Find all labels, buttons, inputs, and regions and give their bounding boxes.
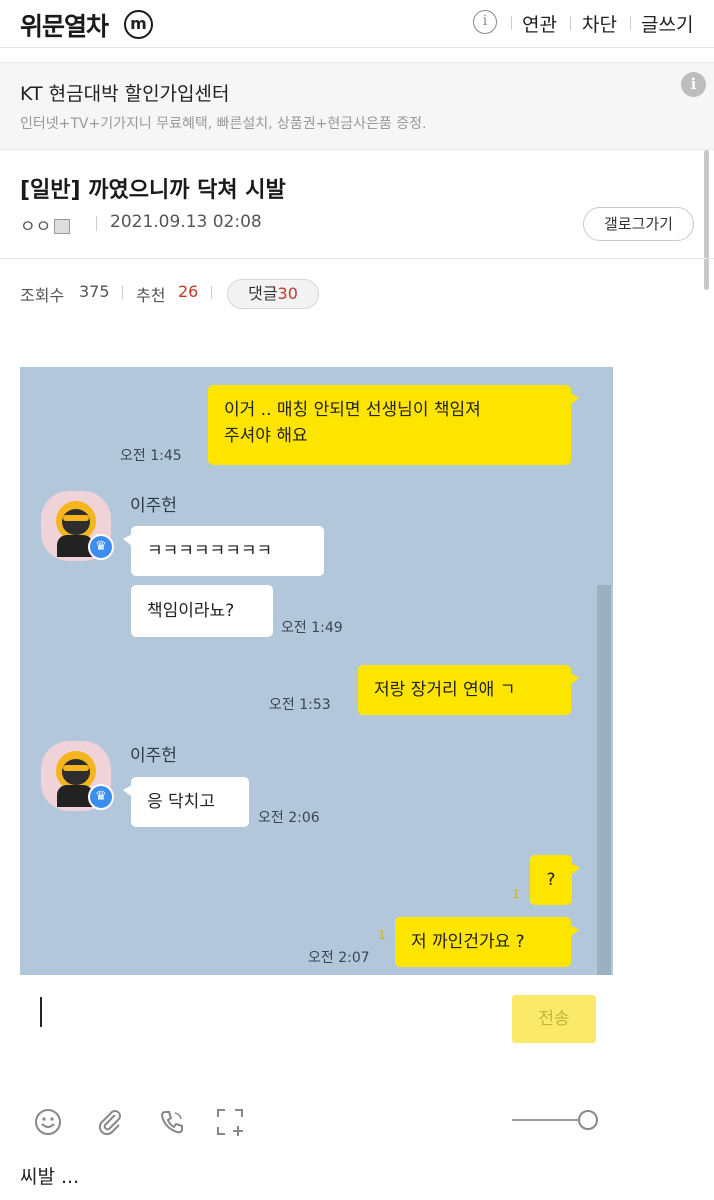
sender-name: 이주헌 — [130, 496, 177, 516]
unread-count: 1 — [378, 928, 386, 942]
emoticon-icon[interactable] — [33, 1107, 63, 1137]
zoom-slider-track[interactable] — [512, 1119, 582, 1121]
crown-icon: ♛ — [88, 784, 114, 810]
send-button[interactable]: 전송 — [512, 995, 596, 1043]
recommend-count: 26 — [178, 282, 199, 301]
ad-info-icon[interactable]: i — [681, 72, 706, 97]
comments-count: 30 — [277, 284, 298, 303]
views-label: 조회수 — [20, 286, 65, 305]
chat-bubble-mine: 이거 .. 매칭 안되면 선생님이 책임져 주셔야 해요 — [208, 385, 579, 465]
crown-icon: ♛ — [88, 534, 114, 560]
app-header: 위문열차 m i 연관 차단 글쓰기 — [0, 0, 714, 48]
zoom-slider-knob[interactable] — [578, 1110, 598, 1130]
site-title[interactable]: 위문열차 — [20, 7, 109, 43]
post-date: 2021.09.13 02:08 — [110, 212, 262, 232]
ad-title[interactable]: KT 현금대박 할인가입센터 — [20, 79, 229, 106]
post-title: [일반] 까였으니까 닥쳐 시발 — [20, 178, 286, 203]
nav-divider — [570, 16, 571, 30]
nav-divider — [630, 16, 631, 30]
chat-screenshot: 이거 .. 매칭 안되면 선생님이 책임져 주셔야 해요 오전 1:45 ♛ 이… — [20, 367, 613, 975]
nav-block[interactable]: 차단 — [582, 10, 617, 37]
ip-icon — [54, 219, 71, 234]
unread-count: 1 — [512, 887, 520, 901]
comments-button[interactable]: 댓글30 — [227, 279, 319, 309]
avatar-face — [62, 759, 90, 785]
chat-bubble-mine: 저 까인건가요 ? — [395, 917, 579, 967]
chat-line: 주셔야 해요 — [224, 426, 308, 446]
chat-bubble-theirs: ㅋㅋㅋㅋㅋㅋㅋㅋ — [123, 526, 324, 576]
avatar-glasses — [63, 515, 89, 521]
chat-bubble-mine: ? — [530, 855, 580, 905]
chat-time: 오전 1:53 — [269, 697, 331, 713]
call-icon[interactable] — [157, 1107, 187, 1137]
meta-divider — [96, 216, 97, 231]
gallog-button[interactable]: 갤로그가기 — [583, 207, 694, 241]
chat-line: 이거 .. 매칭 안되면 선생님이 책임져 — [224, 400, 481, 420]
nav-write[interactable]: 글쓰기 — [641, 10, 693, 37]
page-scrollbar[interactable] — [704, 150, 709, 290]
sender-name: 이주헌 — [130, 746, 177, 766]
chat-time: 오전 1:49 — [281, 620, 343, 636]
chat-bubble-mine: 저랑 장거리 연애 ㄱ — [358, 665, 579, 715]
chat-bubble-theirs: 응 닥치고 — [123, 777, 249, 827]
writer-name[interactable]: ㅇㅇ — [20, 212, 71, 237]
ad-subtitle[interactable]: 인터넷+TV+기가지니 무료혜택, 빠른설치, 상품권+현금사은품 증정. — [20, 113, 426, 133]
chat-time: 오전 2:06 — [258, 810, 320, 826]
info-icon[interactable]: i — [473, 10, 497, 34]
capture-icon[interactable] — [215, 1107, 245, 1137]
ad-banner[interactable]: KT 현금대박 할인가입센터 인터넷+TV+기가지니 무료혜택, 빠른설치, 상… — [0, 62, 714, 150]
nav-divider — [511, 16, 512, 30]
views-count: 375 — [79, 282, 110, 301]
nav-related[interactable]: 연관 — [522, 10, 557, 37]
chat-scrollbar — [597, 585, 611, 975]
stats-divider — [122, 286, 123, 299]
header-divider — [0, 258, 714, 259]
recommend-label: 추천 — [136, 286, 166, 305]
chat-time: 오전 1:45 — [120, 448, 182, 464]
chat-time: 오전 2:07 — [308, 950, 370, 966]
message-input-caret[interactable] — [40, 997, 42, 1027]
avatar-glasses — [63, 765, 89, 771]
attach-icon[interactable] — [95, 1107, 125, 1137]
writer-nick[interactable]: ㅇㅇ — [20, 217, 51, 237]
comments-label: 댓글 — [248, 284, 278, 303]
stats-divider — [211, 286, 212, 299]
mobile-badge-icon[interactable]: m — [124, 10, 153, 39]
chat-bubble-theirs: 책임이라뇨? — [131, 585, 273, 637]
avatar-face — [62, 509, 90, 535]
post-body-text: 씨발 ... — [20, 1166, 80, 1188]
